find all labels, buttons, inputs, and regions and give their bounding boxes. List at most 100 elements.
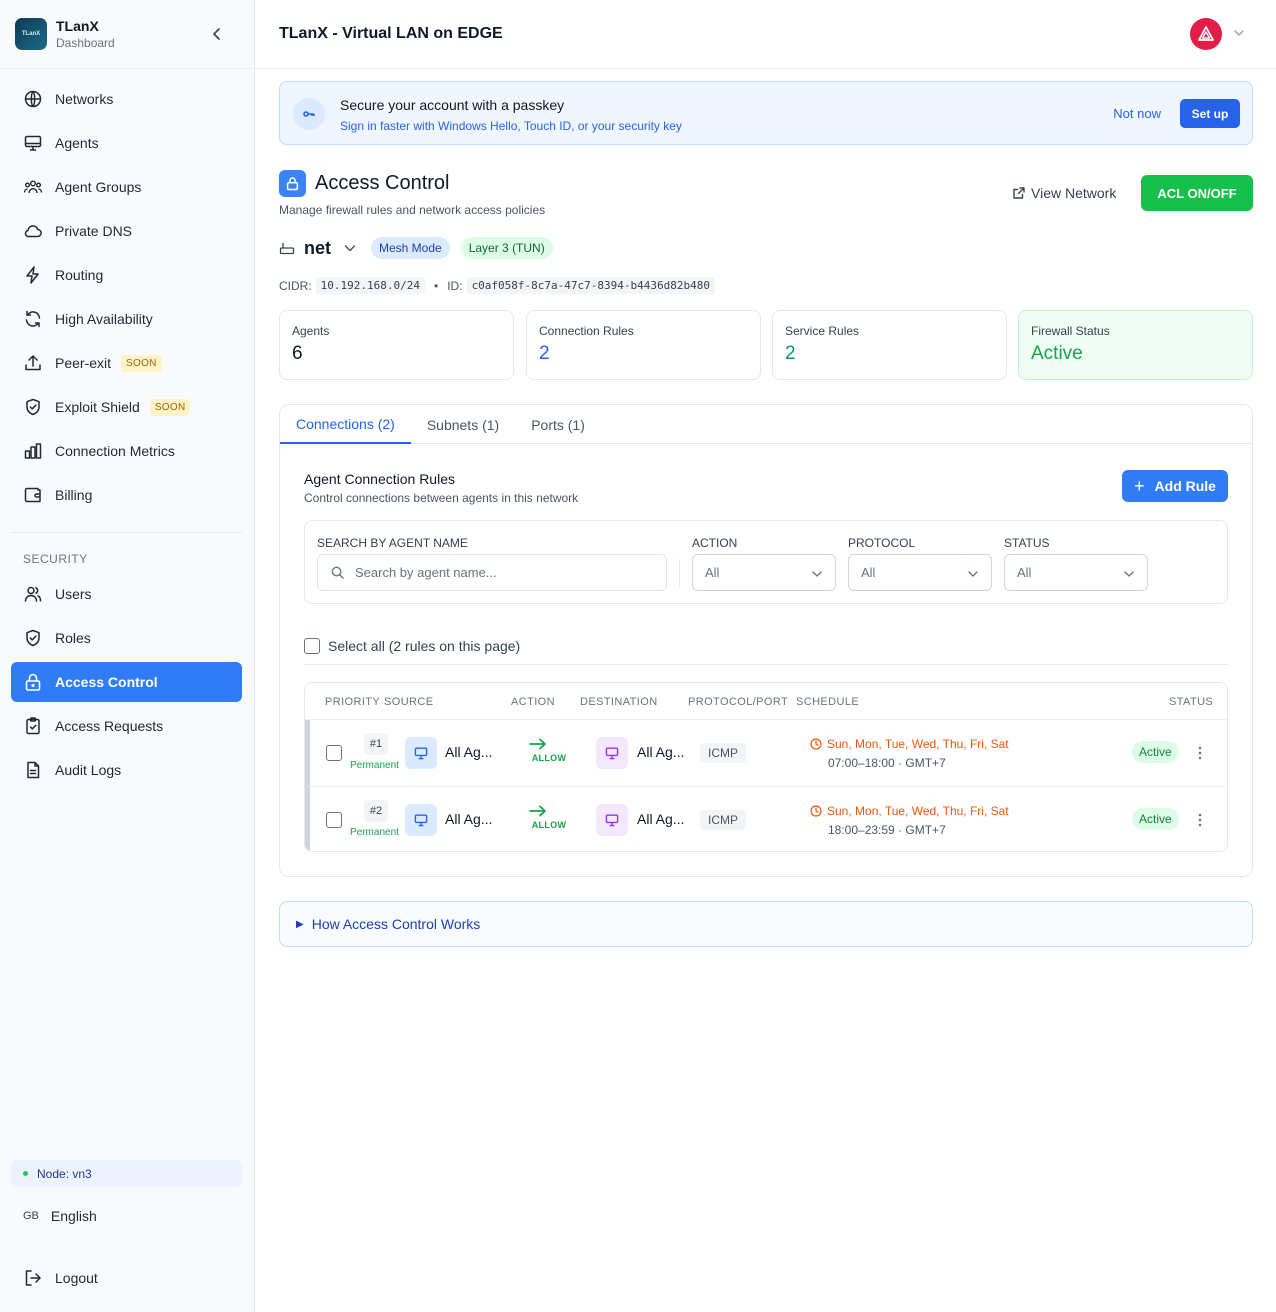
filter-panel: SEARCH BY AGENT NAME ACTION All PROTOCOL… [304, 520, 1228, 604]
sidebar-item-billing[interactable]: Billing [11, 475, 242, 515]
search-icon [331, 566, 344, 579]
sidebar-item-agent-groups[interactable]: Agent Groups [11, 167, 242, 207]
table-row[interactable]: #1 Permanent All Ag... ALLOW All Ag... I… [305, 720, 1227, 786]
select-all-row: Select all (2 rules on this page) [304, 638, 520, 654]
logout-button[interactable]: Logout [23, 1268, 98, 1288]
clipboard-check-icon [26, 717, 40, 735]
not-now-button[interactable]: Not now [1113, 106, 1161, 121]
main-nav: Networks Agents Agent Groups Private DNS… [11, 79, 242, 515]
source-agent-name: All Ag... [445, 744, 493, 760]
sidebar-item-label: Agents [55, 135, 99, 151]
view-network-link[interactable]: View Network [1012, 185, 1116, 201]
stat-value: Active [1031, 343, 1083, 364]
tab-subnets[interactable]: Subnets (1) [411, 405, 515, 444]
sidebar-item-label: Access Requests [55, 718, 164, 734]
monitor-icon [24, 135, 42, 151]
network-id-value: c0af058f-8c7a-47c7-8394-b4436d82b480 [466, 277, 715, 294]
cidr-label: CIDR: [279, 278, 312, 293]
sidebar-item-exploit-shield[interactable]: Exploit Shield SOON [11, 387, 242, 427]
stat-label: Firewall Status [1031, 324, 1110, 338]
header-title: TLanX - Virtual LAN on EDGE [279, 25, 503, 42]
acl-toggle-button[interactable]: ACL ON/OFF [1141, 175, 1253, 211]
chevron-left-icon [213, 28, 220, 40]
schedule-cell: Sun, Mon, Tue, Wed, Thu, Fri, Sat 18:00–… [810, 804, 1009, 837]
search-input[interactable] [355, 565, 655, 580]
status-select[interactable]: All [1004, 554, 1148, 591]
sidebar-item-high-availability[interactable]: High Availability [11, 299, 242, 339]
action-select[interactable]: All [692, 554, 836, 591]
rules-subtitle: Control connections between agents in th… [304, 491, 579, 505]
row-checkbox[interactable] [326, 745, 342, 761]
sidebar-item-label: Roles [55, 630, 91, 646]
destination-agent-icon [596, 737, 628, 769]
id-label: ID: [447, 278, 463, 293]
column-header-protocol-port: PROTOCOL/PORT [688, 696, 789, 708]
select-all-checkbox[interactable] [304, 638, 320, 654]
sidebar-divider [11, 532, 242, 533]
add-rule-button[interactable]: + Add Rule [1122, 470, 1228, 502]
search-field[interactable] [317, 554, 667, 591]
soon-badge: SOON [149, 398, 191, 416]
sidebar-item-connection-metrics[interactable]: Connection Metrics [11, 431, 242, 471]
globe-icon [24, 90, 42, 108]
passkey-banner: Secure your account with a passkey Sign … [279, 81, 1253, 145]
section-divider [304, 664, 1228, 665]
stat-card-firewall-status: Firewall Status Active [1018, 310, 1253, 380]
network-layer-badge: Layer 3 (TUN) [460, 237, 553, 259]
how-access-control-works-toggle[interactable]: ▶ How Access Control Works [279, 901, 1253, 947]
language-label: English [50, 1208, 97, 1224]
monitor-icon [414, 747, 428, 760]
sidebar-item-access-requests[interactable]: Access Requests [11, 706, 242, 746]
sidebar-item-access-control[interactable]: Access Control [11, 662, 242, 702]
sidebar-item-label: Access Control [55, 674, 158, 690]
sidebar-item-private-dns[interactable]: Private DNS [11, 211, 242, 251]
sidebar-item-roles[interactable]: Roles [11, 618, 242, 658]
sidebar-item-networks[interactable]: Networks [11, 79, 242, 119]
collapse-sidebar-button[interactable] [207, 24, 227, 44]
chevron-down-icon [344, 245, 356, 252]
protocol-select[interactable]: All [848, 554, 992, 591]
sidebar-item-users[interactable]: Users [11, 574, 242, 614]
logout-label: Logout [55, 1270, 98, 1286]
network-dropdown-toggle[interactable] [343, 241, 357, 255]
source-agent-name: All Ag... [445, 811, 493, 827]
sidebar-item-peer-exit[interactable]: Peer-exit SOON [11, 343, 242, 383]
sidebar-item-agents[interactable]: Agents [11, 123, 242, 163]
sidebar-item-label: Audit Logs [55, 762, 122, 778]
column-header-status: STATUS [1169, 696, 1214, 708]
setup-passkey-button[interactable]: Set up [1180, 99, 1240, 128]
sidebar-item-label: Private DNS [55, 223, 133, 239]
tab-ports[interactable]: Ports (1) [515, 405, 601, 444]
chevron-down-icon [812, 571, 822, 577]
table-row[interactable]: #2 Permanent All Ag... ALLOW All Ag... I… [305, 786, 1227, 851]
source-agent-icon [405, 737, 437, 769]
protocol-badge: ICMP [700, 743, 746, 763]
row-checkbox[interactable] [326, 812, 342, 828]
schedule-days-text: Sun, Mon, Tue, Wed, Thu, Fri, Sat [827, 804, 1009, 818]
user-avatar[interactable] [1190, 18, 1222, 50]
sidebar-item-audit-logs[interactable]: Audit Logs [11, 750, 242, 790]
user-menu-toggle[interactable] [1232, 26, 1246, 45]
tab-connections[interactable]: Connections (2) [280, 405, 411, 444]
triangle-right-icon: ▶ [296, 918, 304, 930]
page-icon [279, 170, 306, 197]
page-title: Access Control [315, 172, 450, 194]
arrow-right-icon [529, 738, 546, 750]
sidebar-item-routing[interactable]: Routing [11, 255, 242, 295]
schedule-time: 07:00–18:00 · GMT+7 [828, 756, 946, 770]
row-actions-button[interactable] [1192, 742, 1208, 764]
status-badge: Active [1132, 808, 1179, 830]
banner-title: Secure your account with a passkey [340, 97, 565, 113]
sidebar-item-label: Peer-exit [55, 355, 112, 371]
schedule-time: 18:00–23:59 · GMT+7 [828, 823, 946, 837]
clock-icon [810, 738, 822, 750]
priority-badge: #1 [364, 733, 388, 755]
column-header-action: ACTION [511, 696, 555, 708]
row-actions-button[interactable] [1192, 809, 1208, 831]
chevron-down-icon [1234, 30, 1244, 36]
status-select-value: All [1017, 565, 1032, 580]
network-mode-badge: Mesh Mode [371, 237, 450, 259]
language-selector[interactable]: GB English [23, 1208, 97, 1224]
cidr-value: 10.192.168.0/24 [315, 277, 426, 294]
node-status-dot [23, 1171, 28, 1176]
